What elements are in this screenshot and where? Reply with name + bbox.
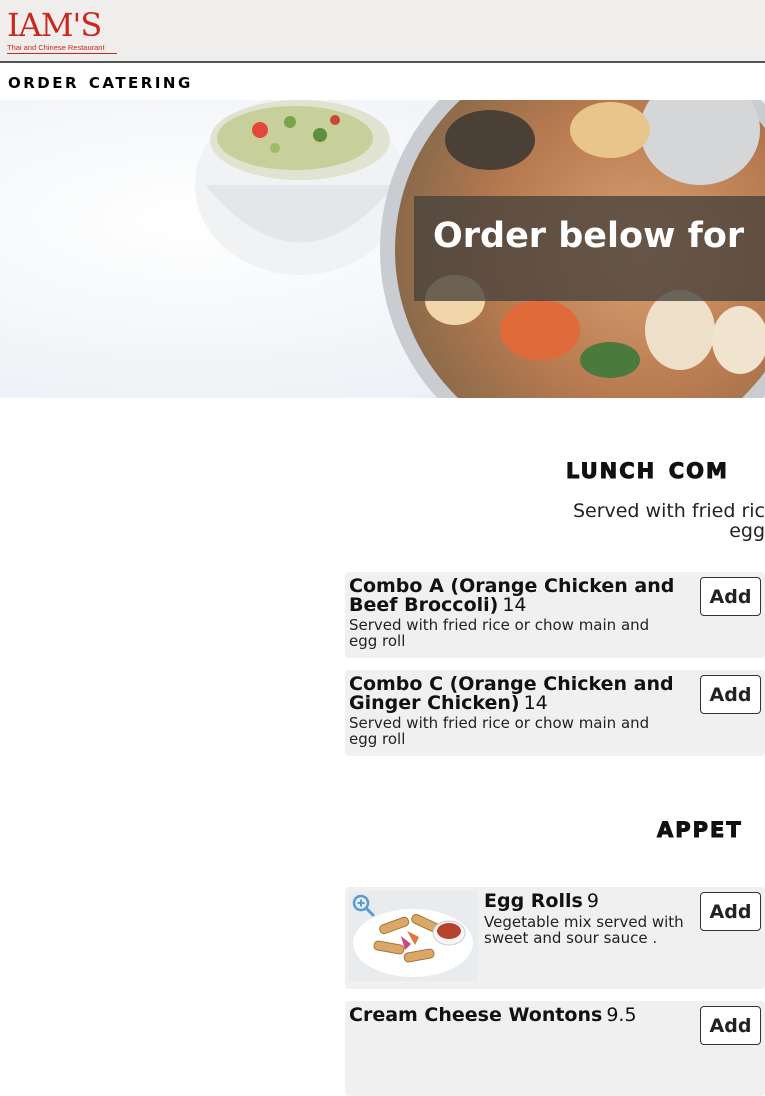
egg-rolls-image[interactable] [349, 891, 478, 981]
hero-text-banner: Order below for [414, 196, 765, 301]
item-description: Served with fried rice or chow main and … [349, 616, 650, 650]
hero-headline: Order below for [433, 216, 745, 256]
logo-wordmark: IAM'S [7, 6, 102, 44]
hero-banner-image: Order below for [0, 100, 765, 398]
logo-underline [7, 53, 117, 54]
section-description-line-2: egg [729, 520, 765, 541]
item-price: 14 [502, 594, 527, 616]
add-button[interactable]: Add [700, 1006, 761, 1045]
item-name: Combo C (Orange Chicken and Ginger Chick… [349, 673, 674, 714]
item-name: Egg Rolls [484, 890, 583, 912]
item-price: 14 [523, 692, 548, 714]
page-title: Order Catering [8, 69, 193, 93]
item-price: 9 [586, 890, 599, 912]
restaurant-logo[interactable]: IAM'S Thai and Chinese Restaurant [7, 7, 119, 55]
menu-item-egg-rolls[interactable]: Egg Rolls 9 Vegetable mix served with swe… [345, 887, 765, 989]
add-button[interactable]: Add [700, 577, 761, 616]
section-description-line-1: Served with fried ric [572, 501, 765, 522]
menu-item-combo-c[interactable]: Combo C (Orange Chicken and Ginger Chick… [345, 670, 765, 756]
item-price: 9.5 [606, 1004, 637, 1026]
logo-tagline: Thai and Chinese Restaurant [7, 43, 105, 52]
top-bar: IAM'S Thai and Chinese Restaurant [0, 0, 765, 63]
add-button[interactable]: Add [700, 892, 761, 931]
section-description-lunch-combo: Served with fried ric egg [480, 501, 765, 541]
item-name: Cream Cheese Wontons [349, 1004, 603, 1026]
item-description: Vegetable mix served with sweet and sour… [484, 913, 684, 947]
zoom-in-icon[interactable] [351, 893, 375, 917]
section-title-appetizers: Appet [657, 810, 743, 846]
section-title-lunch-combo: Lunch Com [566, 451, 729, 487]
add-button[interactable]: Add [700, 675, 761, 714]
item-description: Served with fried rice or chow main and … [349, 714, 650, 748]
menu-item-combo-a[interactable]: Combo A (Orange Chicken and Beef Broccol… [345, 572, 765, 658]
menu-item-cream-cheese-wontons[interactable]: Cream Cheese Wontons 9.5 Add [345, 1001, 765, 1096]
